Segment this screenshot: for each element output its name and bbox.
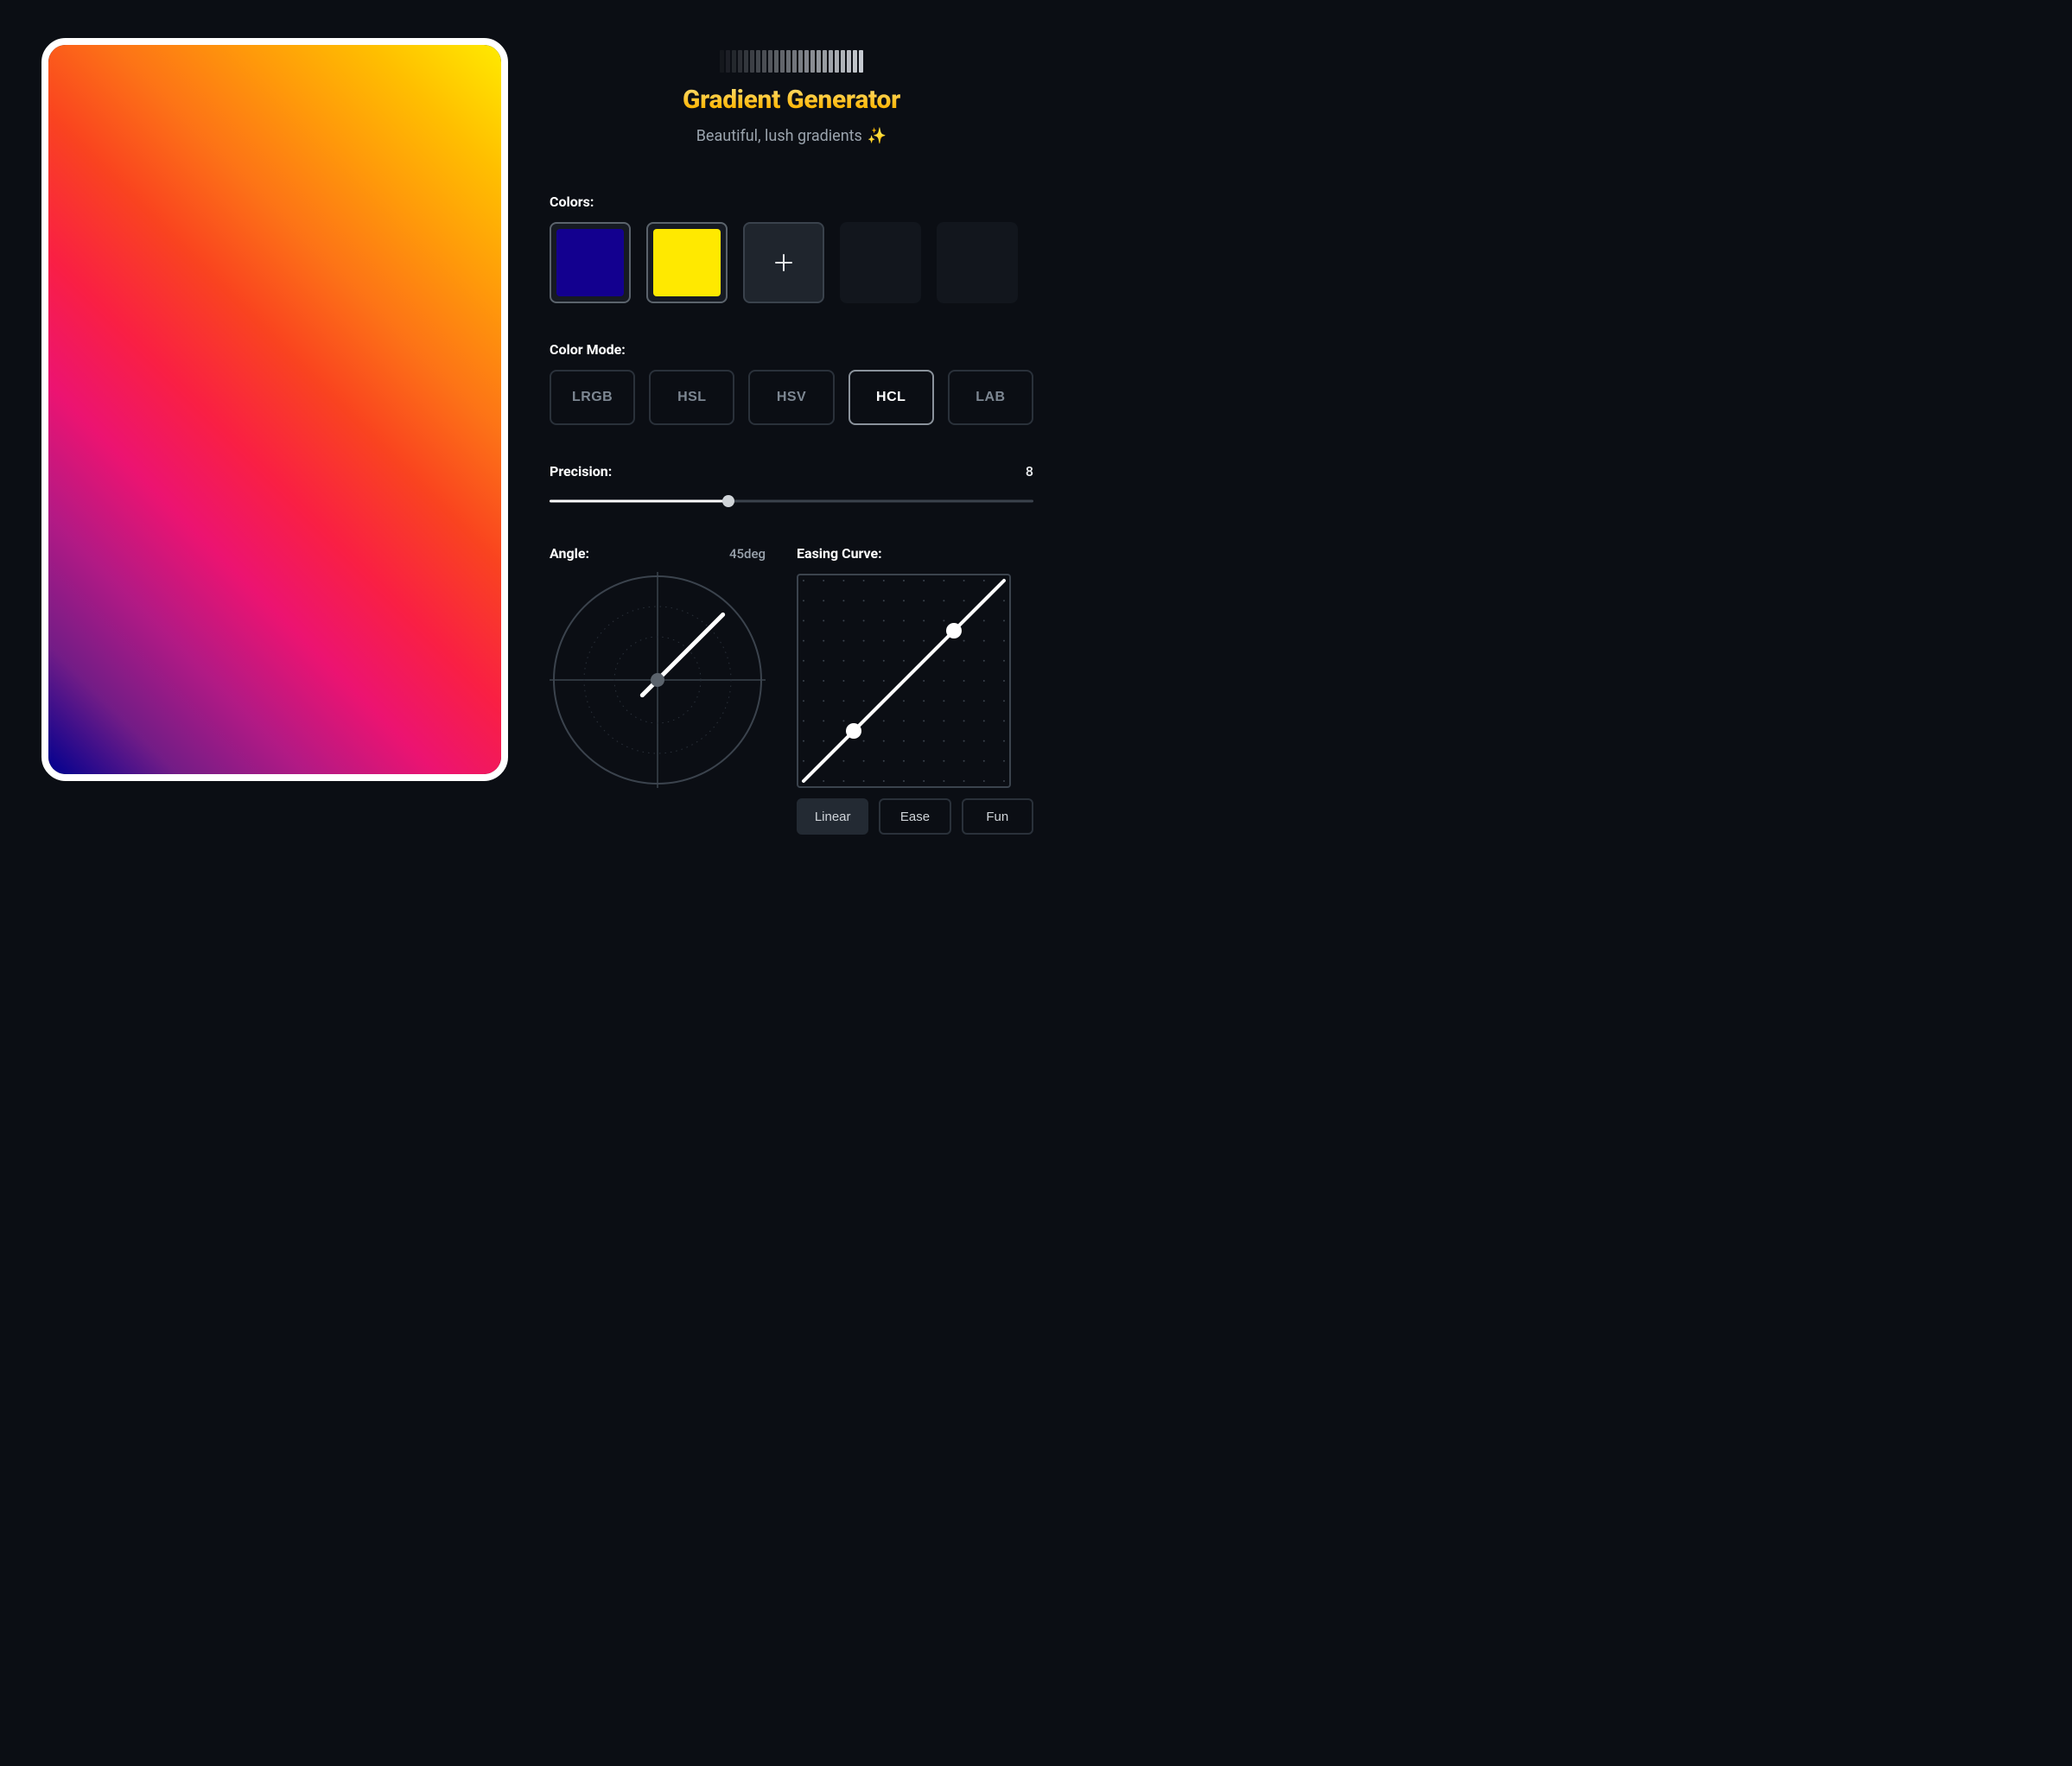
color-mode-section: Color Mode: LRGB HSL HSV HCL LAB	[550, 341, 1033, 425]
color-swatch-2[interactable]	[646, 222, 728, 303]
color-mode-hcl[interactable]: HCL	[849, 370, 934, 425]
angle-dial[interactable]	[550, 572, 766, 788]
bar-segment	[726, 50, 730, 73]
bar-segment	[841, 50, 845, 73]
color-mode-lab[interactable]: LAB	[948, 370, 1033, 425]
color-mode-hsv[interactable]: HSV	[748, 370, 834, 425]
bar-segment	[804, 50, 809, 73]
bar-segment	[829, 50, 833, 73]
bar-segment	[835, 50, 839, 73]
easing-label: Easing Curve:	[797, 545, 1033, 562]
color-chip	[556, 229, 624, 296]
preview-border	[41, 38, 508, 781]
gradient-preview	[48, 45, 501, 774]
precision-value: 8	[1026, 463, 1033, 480]
slider-fill	[550, 500, 728, 503]
color-chip	[653, 229, 721, 296]
colors-section: Colors:	[550, 194, 1033, 303]
easing-preset-fun[interactable]: Fun	[962, 798, 1033, 835]
bar-segment	[774, 50, 779, 73]
easing-preset-linear[interactable]: Linear	[797, 798, 868, 835]
bar-segment	[817, 50, 821, 73]
angle-value: 45deg	[729, 546, 766, 562]
decorative-bars-icon	[720, 47, 863, 73]
bar-segment	[756, 50, 760, 73]
header: Gradient Generator Beautiful, lush gradi…	[550, 47, 1033, 145]
gradient-preview-frame	[41, 38, 508, 1728]
colors-label: Colors:	[550, 194, 1033, 210]
bar-segment	[720, 50, 724, 73]
angle-section: Angle: 45deg	[550, 545, 766, 791]
bar-segment	[768, 50, 772, 73]
angle-center-dot	[651, 673, 664, 687]
easing-svg[interactable]	[798, 575, 1009, 786]
color-mode-hsl[interactable]: HSL	[649, 370, 734, 425]
precision-section: Precision: 8	[550, 463, 1033, 507]
color-swatch-empty	[937, 222, 1018, 303]
color-mode-label: Color Mode:	[550, 341, 1033, 358]
easing-handle-2[interactable]	[946, 623, 962, 638]
page-subtitle: Beautiful, lush gradients ✨	[696, 127, 887, 145]
easing-handle-1[interactable]	[846, 723, 861, 739]
bar-segment	[798, 50, 803, 73]
subtitle-text: Beautiful, lush gradients	[696, 127, 862, 145]
precision-label: Precision:	[550, 463, 612, 480]
plus-icon	[774, 253, 793, 272]
easing-preset-ease[interactable]: Ease	[879, 798, 950, 835]
bar-segment	[810, 50, 815, 73]
bar-segment	[732, 50, 736, 73]
sparkles-icon: ✨	[868, 127, 887, 145]
page-title: Gradient Generator	[683, 85, 900, 115]
easing-section: Easing Curve: Linear Ease Fun	[797, 545, 1033, 835]
bar-segment	[853, 50, 857, 73]
color-swatch-1[interactable]	[550, 222, 631, 303]
bar-segment	[792, 50, 797, 73]
slider-thumb[interactable]	[722, 495, 734, 507]
color-swatch-empty	[840, 222, 921, 303]
bar-segment	[859, 50, 863, 73]
bar-segment	[823, 50, 827, 73]
easing-curve-line	[804, 581, 1004, 781]
bar-segment	[744, 50, 748, 73]
bar-segment	[786, 50, 791, 73]
add-color-button[interactable]	[743, 222, 824, 303]
bar-segment	[847, 50, 851, 73]
bar-segment	[780, 50, 785, 73]
bar-segment	[750, 50, 754, 73]
angle-label: Angle:	[550, 545, 589, 562]
bar-segment	[762, 50, 766, 73]
precision-slider[interactable]	[550, 495, 1033, 507]
easing-curve-editor[interactable]	[797, 574, 1011, 788]
color-mode-lrgb[interactable]: LRGB	[550, 370, 635, 425]
bar-segment	[738, 50, 742, 73]
